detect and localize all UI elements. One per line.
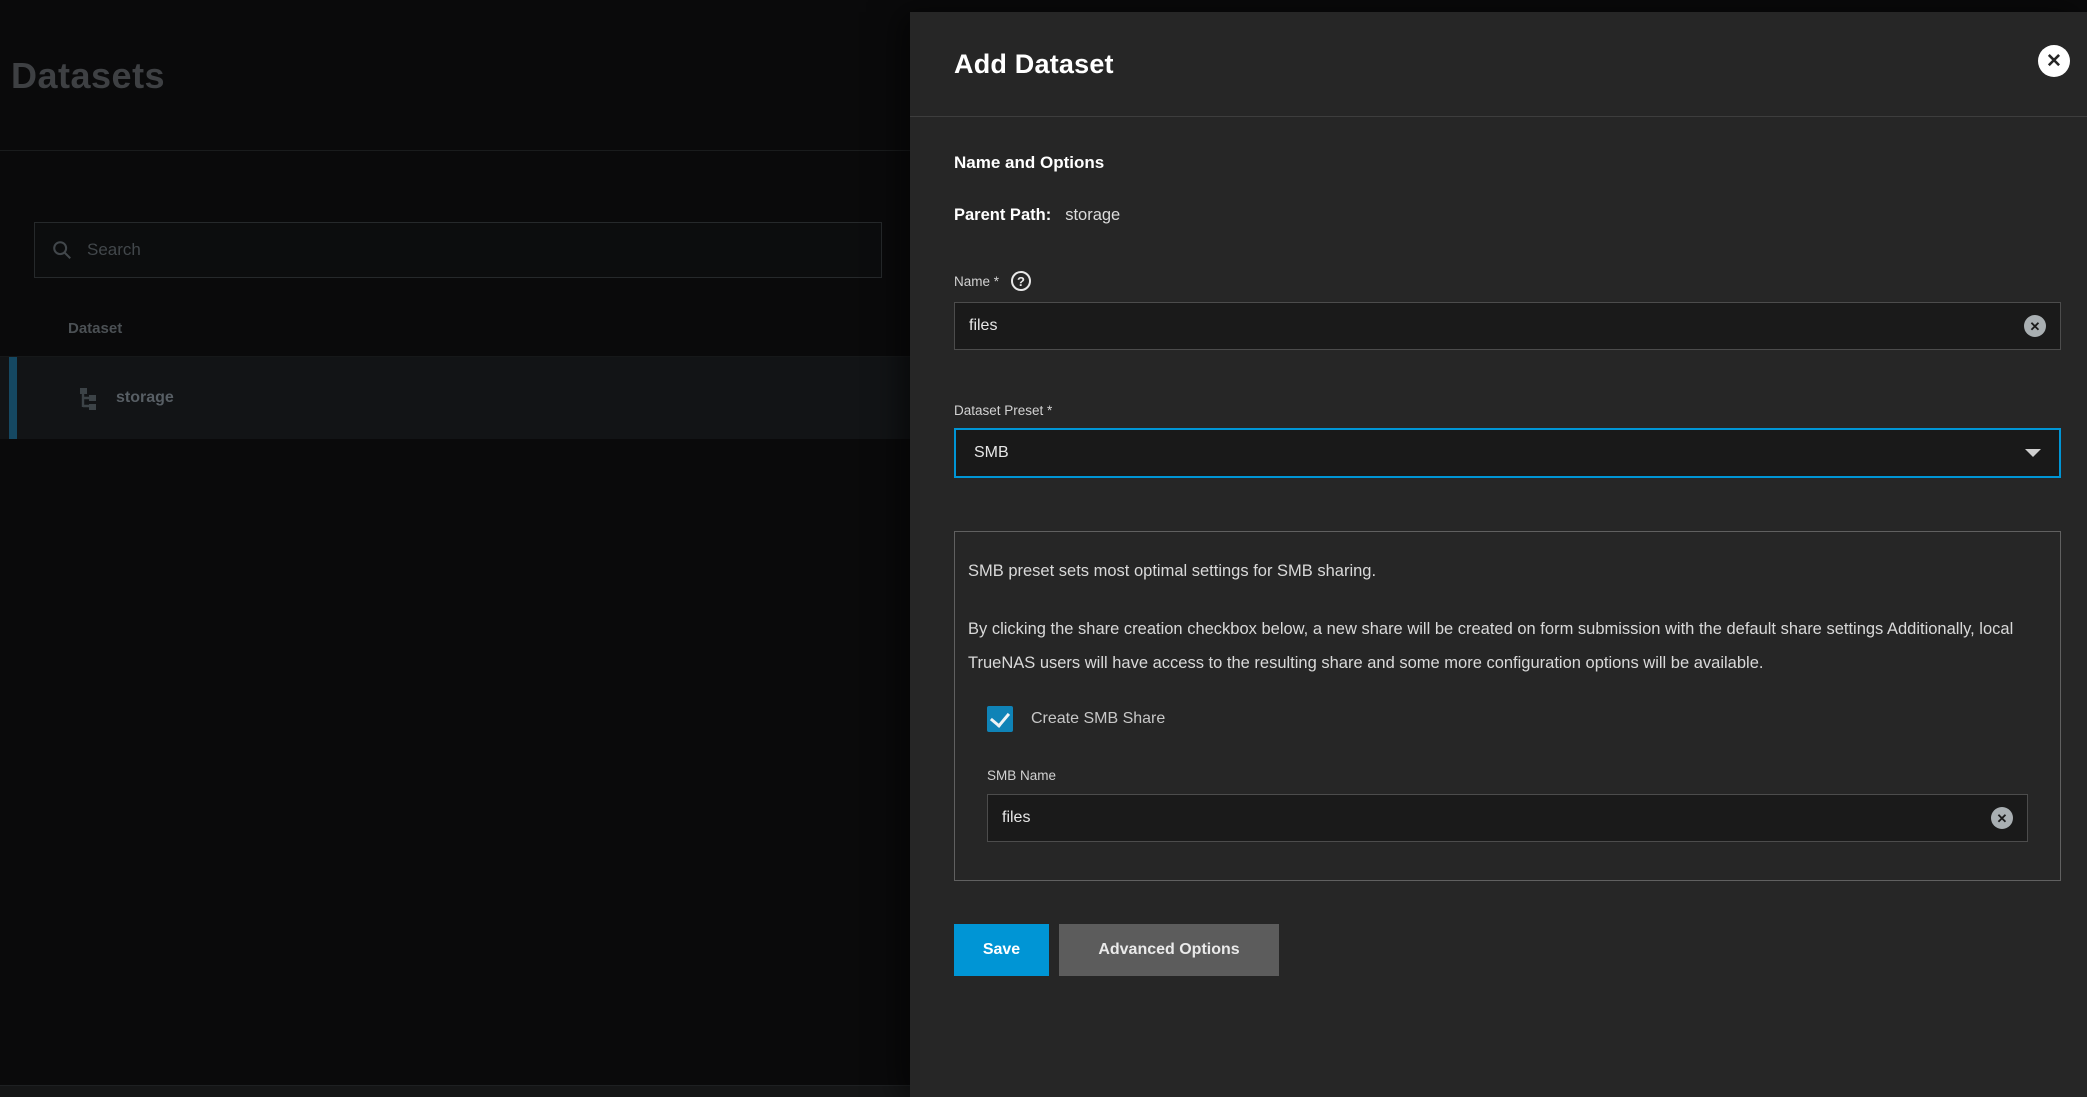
clear-icon[interactable]: ✕ xyxy=(2024,315,2046,337)
create-smb-share-checkbox[interactable] xyxy=(987,706,1013,732)
add-dataset-panel: Add Dataset ✕ Name and Options Parent Pa… xyxy=(910,12,2087,1097)
panel-content: Name and Options Parent Path: storage Nam… xyxy=(910,153,2087,976)
dataset-row-storage[interactable]: storage xyxy=(0,357,910,439)
page-title: Datasets xyxy=(11,55,165,97)
info-paragraph-2: By clicking the share creation checkbox … xyxy=(968,612,2046,680)
smb-name-input-wrap: ✕ xyxy=(987,794,2028,842)
smb-name-label-row: SMB Name xyxy=(987,768,2028,783)
parent-path-label: Parent Path: xyxy=(954,206,1051,224)
divider xyxy=(0,150,910,151)
help-icon[interactable]: ? xyxy=(1011,271,1031,291)
info-paragraph-1: SMB preset sets most optimal settings fo… xyxy=(968,554,2046,588)
create-smb-share-label: Create SMB Share xyxy=(1031,710,1165,728)
advanced-options-button[interactable]: Advanced Options xyxy=(1059,924,1279,976)
chevron-down-icon xyxy=(2025,449,2041,457)
smb-name-input[interactable] xyxy=(1002,809,1991,827)
create-smb-share-checkbox-row[interactable]: Create SMB Share xyxy=(987,706,2028,732)
section-title: Name and Options xyxy=(954,153,2061,173)
clear-icon[interactable]: ✕ xyxy=(1991,807,2013,829)
name-field-label: Name * xyxy=(954,274,999,289)
panel-title: Add Dataset xyxy=(954,49,1114,80)
search-box[interactable] xyxy=(34,222,882,278)
smb-preset-info-box: SMB preset sets most optimal settings fo… xyxy=(954,531,2061,881)
panel-header: Add Dataset ✕ xyxy=(910,12,2087,117)
dataset-row-label: storage xyxy=(116,389,174,407)
parent-path-value: storage xyxy=(1065,206,1120,224)
dataset-preset-select[interactable]: SMB xyxy=(954,428,2061,478)
name-input-wrap: ✕ xyxy=(954,302,2061,350)
selected-row-indicator xyxy=(9,357,17,439)
datasets-page-background: Datasets Dataset storage xyxy=(0,0,910,1097)
parent-path: Parent Path: storage xyxy=(954,206,2061,225)
preset-field-label-row: Dataset Preset * xyxy=(954,403,2061,418)
search-input[interactable] xyxy=(87,240,865,260)
close-icon[interactable]: ✕ xyxy=(2038,45,2070,77)
dataset-preset-value: SMB xyxy=(974,444,2025,462)
smb-name-label: SMB Name xyxy=(987,768,1056,783)
table-column-header-dataset: Dataset xyxy=(68,320,122,337)
save-button[interactable]: Save xyxy=(954,924,1049,976)
search-icon xyxy=(51,239,73,261)
form-actions: Save Advanced Options xyxy=(954,924,2061,976)
footer-strip xyxy=(0,1085,910,1097)
dataset-tree-icon xyxy=(75,385,101,411)
name-field-label-row: Name * ? xyxy=(954,271,2061,291)
name-input[interactable] xyxy=(969,317,2024,335)
preset-field-label: Dataset Preset * xyxy=(954,403,1052,418)
